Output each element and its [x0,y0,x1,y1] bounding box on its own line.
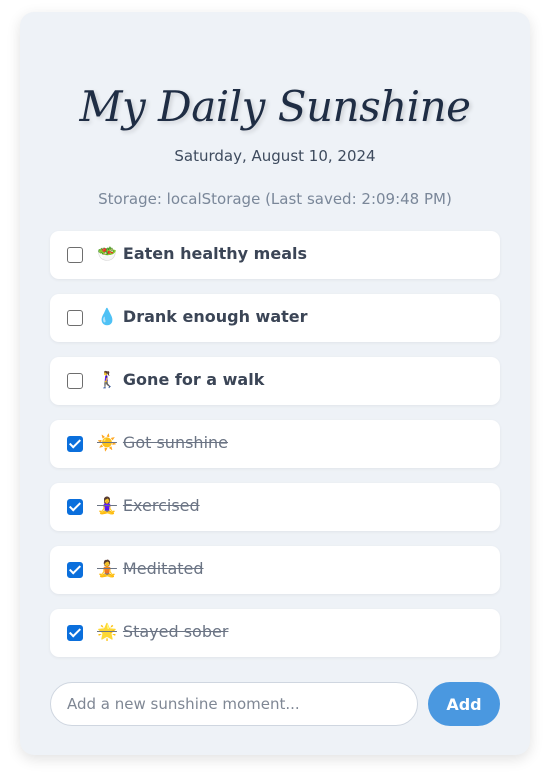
item-emoji-icon: 🧘 [97,559,117,578]
item-emoji-icon: 🥗 [97,244,117,263]
checklist: 🥗 Eaten healthy meals 💧 Drank enough water… [50,231,500,672]
item-label: Got sunshine [122,433,228,452]
item-emoji-icon: ☀️ [97,433,117,452]
item-checkbox[interactable] [67,373,83,389]
item-text: ☀️ Got sunshine [97,433,228,452]
item-emoji-icon: 🚶‍♀️ [97,370,117,389]
storage-status: Storage: localStorage (Last saved: 2:09:… [98,190,452,208]
item-emoji-icon: 💧 [97,307,117,326]
new-moment-input[interactable] [50,682,418,726]
item-label: Meditated [122,559,204,578]
checklist-item[interactable]: 🧘‍♀️ Exercised [50,483,500,531]
item-text: 💧 Drank enough water [97,307,308,326]
item-label: Stayed sober [122,622,229,641]
checklist-item[interactable]: 💧 Drank enough water [50,294,500,342]
item-text: 🧘 Meditated [97,559,204,578]
item-label: Drank enough water [122,307,308,326]
item-checkbox[interactable] [67,499,83,515]
add-button[interactable]: Add [428,682,500,726]
add-moment-row: Add [50,682,500,726]
current-date: Saturday, August 10, 2024 [174,147,376,165]
item-emoji-icon: 🧘‍♀️ [97,496,117,515]
checklist-item[interactable]: 🧘 Meditated [50,546,500,594]
item-checkbox[interactable] [67,310,83,326]
item-text: 🥗 Eaten healthy meals [97,244,307,263]
item-label: Gone for a walk [122,370,265,389]
item-checkbox[interactable] [67,562,83,578]
item-checkbox[interactable] [67,625,83,641]
item-label: Exercised [122,496,200,515]
item-text: 🧘‍♀️ Exercised [97,496,200,515]
item-text: 🌟 Stayed sober [97,622,228,641]
checklist-item[interactable]: 🥗 Eaten healthy meals [50,231,500,279]
item-checkbox[interactable] [67,436,83,452]
item-emoji-icon: 🌟 [97,622,117,641]
item-checkbox[interactable] [67,247,83,263]
sunshine-card: My Daily Sunshine Saturday, August 10, 2… [20,12,530,755]
checklist-item[interactable]: ☀️ Got sunshine [50,420,500,468]
checklist-item[interactable]: 🚶‍♀️ Gone for a walk [50,357,500,405]
item-label: Eaten healthy meals [122,244,307,263]
checklist-item[interactable]: 🌟 Stayed sober [50,609,500,657]
item-text: 🚶‍♀️ Gone for a walk [97,370,264,389]
page-title: My Daily Sunshine [79,82,471,131]
